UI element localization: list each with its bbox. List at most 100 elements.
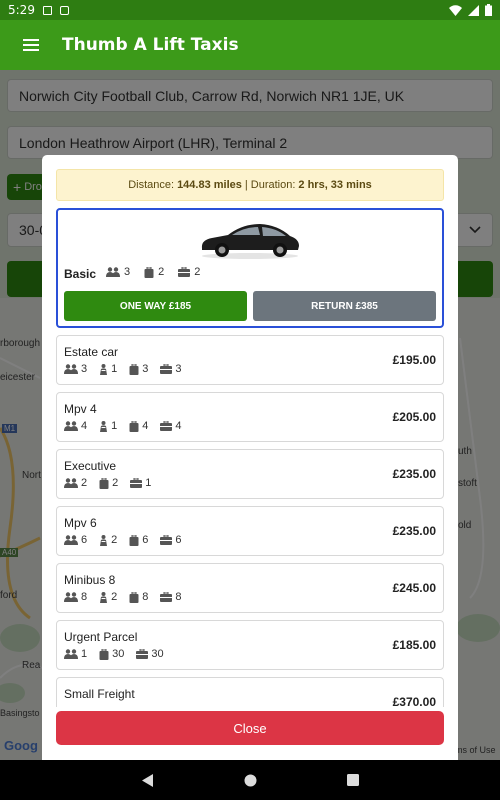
vehicle-name: Small Freight [64,687,135,701]
passengers-count: 1 [81,648,88,660]
bags-count: 30 [151,648,164,660]
bags-count: 4 [175,420,182,432]
duration-label: Duration: [250,179,296,191]
distance-value: 144.83 miles [177,179,242,191]
vehicle-price: £235.00 [392,467,436,481]
car-image [201,224,299,259]
battery-icon [485,4,492,16]
suitcase-icon [129,420,139,432]
vehicle-item[interactable]: Mpv 4 4 1 4 4 £205.00 [56,392,444,442]
child-seat-icon [100,420,108,432]
suitcase-icon [129,591,139,603]
bags-count: 2 [194,266,201,278]
suitcases-count: 6 [142,534,149,546]
passengers-count: 2 [81,477,88,489]
vehicle-capacity: 6 2 6 6 [64,534,182,546]
app-bar: Thumb A Lift Taxis [0,20,500,70]
vehicle-capacity: 8 2 8 8 [64,591,182,603]
suitcase-icon [99,648,109,660]
briefcase-icon [160,421,173,431]
briefcase-icon [160,535,173,545]
selected-vehicle-name: Basic [64,267,97,281]
cellular-icon [468,4,479,16]
status-time: 5:29 [8,3,35,17]
passengers-icon [106,267,120,277]
passengers-icon [64,649,78,659]
suitcase-icon [129,363,139,375]
bags-count: 1 [145,477,152,489]
one-way-button[interactable]: ONE WAY £185 [64,291,247,321]
notification-sim-icon [59,5,69,15]
vehicle-name: Estate car [64,345,119,359]
suitcase-icon [129,534,139,546]
vehicle-price: £185.00 [392,638,436,652]
passengers-icon [64,364,78,374]
passengers-icon [64,535,78,545]
vehicle-capacity: 4 1 4 4 [64,420,182,432]
home-icon[interactable] [244,774,257,787]
child-seat-icon [100,363,108,375]
suitcases-count: 8 [142,591,149,603]
selected-vehicle-capacity: 3 2 2 [106,266,200,278]
menu-button[interactable] [0,39,62,51]
vehicle-name: Mpv 4 [64,402,97,416]
suitcases-count: 2 [112,477,119,489]
vehicle-capacity: 3 1 3 3 [64,363,182,375]
return-button[interactable]: RETURN £385 [253,291,436,321]
vehicle-quote-modal: Distance: 144.83 miles | Duration: 2 hrs… [42,155,458,760]
vehicle-item[interactable]: Small Freight £370.00 [56,677,444,707]
vehicle-price: £235.00 [392,524,436,538]
info-separator: | [244,179,248,191]
vehicle-item[interactable]: Urgent Parcel 1 30 30 £185.00 [56,620,444,670]
vehicle-name: Mpv 6 [64,516,97,530]
child-seats-count: 2 [111,534,118,546]
suitcase-icon [99,477,109,489]
suitcases-count: 2 [158,266,165,278]
vehicle-item[interactable]: Minibus 8 8 2 8 8 £245.00 [56,563,444,613]
suitcases-count: 3 [142,363,149,375]
passengers-count: 6 [81,534,88,546]
bags-count: 6 [175,534,182,546]
passengers-count: 8 [81,591,88,603]
trip-info-banner: Distance: 144.83 miles | Duration: 2 hrs… [56,169,444,201]
passengers-count: 4 [81,420,88,432]
vehicle-price: £245.00 [392,581,436,595]
briefcase-icon [136,649,149,659]
passengers-count: 3 [81,363,88,375]
briefcase-icon [130,478,143,488]
vehicle-price: £195.00 [392,353,436,367]
child-seats-count: 2 [111,591,118,603]
passengers-icon [64,478,78,488]
notification-a-icon [42,5,52,15]
vehicle-item[interactable]: Estate car 3 1 3 3 £195.00 [56,335,444,385]
wifi-icon [449,4,462,16]
close-button[interactable]: Close [56,711,444,745]
recents-icon[interactable] [346,774,359,786]
vehicle-item[interactable]: Executive 2 2 1 £235.00 [56,449,444,499]
suitcases-count: 4 [142,420,149,432]
briefcase-icon [160,592,173,602]
selected-vehicle-card[interactable]: Basic 3 2 2 ONE WAY £185 RETURN £385 [56,208,444,328]
child-seats-count: 1 [111,363,118,375]
vehicle-price: £205.00 [392,410,436,424]
system-nav-bar [0,760,500,800]
vehicle-name: Urgent Parcel [64,630,138,644]
briefcase-icon [178,267,191,277]
bags-count: 8 [175,591,182,603]
briefcase-icon [160,364,173,374]
vehicle-capacity: 1 30 30 [64,648,164,660]
back-icon[interactable] [141,773,154,787]
hamburger-menu-icon [23,39,39,51]
suitcase-icon [144,266,154,278]
vehicle-item[interactable]: Mpv 6 6 2 6 6 £235.00 [56,506,444,556]
status-bar: 5:29 [0,0,500,20]
vehicle-price: £370.00 [392,695,436,707]
vehicle-name: Minibus 8 [64,573,116,587]
child-seats-count: 1 [111,420,118,432]
vehicle-capacity: 2 2 1 [64,477,151,489]
passengers-icon [64,421,78,431]
bags-count: 3 [175,363,182,375]
vehicle-list[interactable]: Estate car 3 1 3 3 £195.00 Mpv 4 4 1 4 4… [56,335,444,707]
suitcases-count: 30 [112,648,125,660]
vehicle-name: Executive [64,459,117,473]
